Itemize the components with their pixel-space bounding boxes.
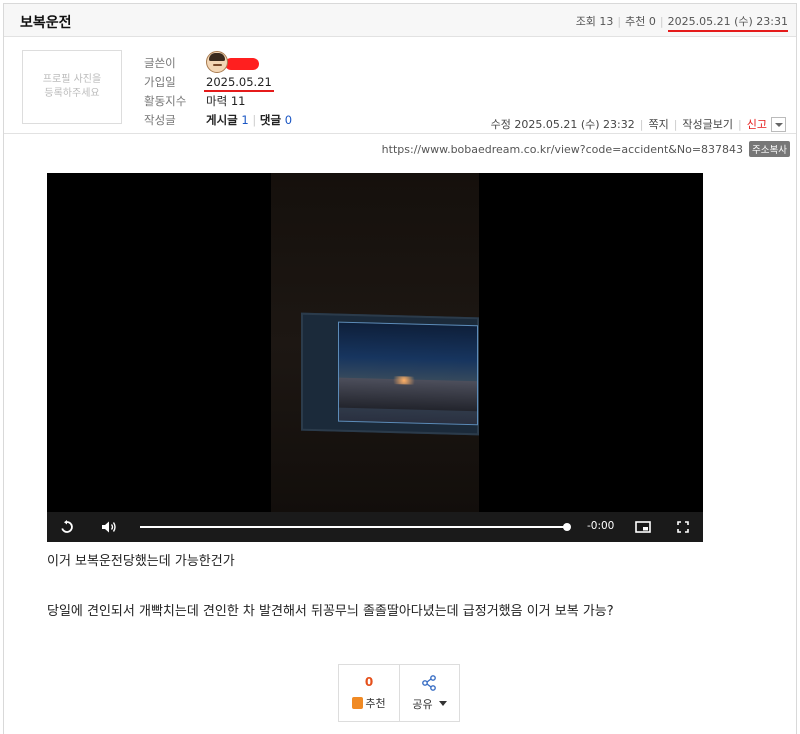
profile-photo-text: 프로필 사진을 등록하주세요 [42, 74, 102, 99]
share-label: 공유 [412, 697, 433, 711]
reaction-box: 0 추천 공유 [338, 664, 460, 722]
more-dropdown-button[interactable] [771, 116, 786, 132]
profile-values: 2025.05.21 마력 11 게시글 1 | 댓글 0 [204, 51, 293, 130]
progress-handle[interactable] [563, 523, 571, 531]
video-monitor-image [301, 312, 479, 436]
time-remaining: -0:00 [587, 520, 615, 532]
activity-value: 마력 11 [206, 94, 246, 108]
recommend-label: 추천 [365, 697, 386, 710]
message-link[interactable]: 쪽지 [648, 116, 668, 132]
posts-count-link[interactable]: 1 [241, 113, 248, 127]
author-label: 글쓴이 [144, 56, 176, 70]
joined-date: 2025.05.21 [204, 74, 274, 92]
dashcam-screen-image [338, 321, 478, 426]
edited-datetime: 수정 2025.05.21 (수) 23:32 [490, 118, 635, 131]
posts-label: 작성글 [144, 113, 176, 127]
content-line-2: 당일에 견인되서 개빡치는데 견인한 차 발견해서 뒤꽁무늬 졸졸딸아다녔는데 … [47, 604, 614, 619]
share-button[interactable]: 공유 [398, 665, 459, 721]
post-url-text: https://www.bobaedream.co.kr/view?code=a… [381, 142, 744, 156]
fullscreen-icon[interactable] [671, 512, 695, 542]
author-profile: 프로필 사진을 등록하주세요 글쓴이 가입일 활동지수 작성글 2025.05.… [4, 38, 796, 134]
comments-count-link[interactable]: 0 [285, 113, 292, 127]
author-nickname[interactable] [206, 51, 259, 73]
recommend-count: 추천 0 [625, 15, 656, 28]
recommend-button[interactable]: 0 추천 [339, 665, 399, 721]
video-controls: -0:00 [47, 512, 703, 542]
share-icon [422, 674, 437, 691]
post-header: 보복운전 조회 13 | 추천 0 | 2025.05.21 (수) 23:31 [4, 4, 796, 37]
post-actions: 수정 2025.05.21 (수) 23:32 | 쪽지 | 작성글보기 | 신… [491, 116, 786, 132]
activity-label: 활동지수 [144, 94, 187, 108]
replay-icon[interactable] [55, 512, 79, 542]
redacted-nickname [225, 57, 259, 70]
copy-url-button[interactable]: 주소복사 [749, 141, 790, 157]
joined-label: 가입일 [144, 75, 176, 89]
view-posts-link[interactable]: 작성글보기 [682, 116, 733, 132]
progress-bar[interactable] [140, 526, 568, 528]
profile-labels: 글쓴이 가입일 활동지수 작성글 [144, 54, 186, 130]
post-stats: 조회 13 | 추천 0 | 2025.05.21 (수) 23:31 [576, 13, 788, 32]
profile-photo-placeholder: 프로필 사진을 등록하주세요 [22, 50, 122, 124]
recommend-count-value: 0 [364, 675, 374, 689]
chevron-down-icon [438, 701, 447, 706]
post-url: https://www.bobaedream.co.kr/view?code=a… [382, 141, 790, 157]
volume-icon[interactable] [97, 512, 121, 542]
picture-in-picture-icon[interactable] [631, 512, 655, 542]
video-player[interactable]: -0:00 [47, 173, 703, 542]
thumbs-up-icon [352, 697, 364, 709]
content-line-1: 이거 보복운전당했는데 가능한건가 [47, 554, 235, 569]
avatar [206, 51, 228, 73]
comments-count-label: 댓글 [259, 113, 282, 127]
views-count: 조회 13 [575, 15, 614, 28]
posts-count-label: 게시글 [206, 113, 238, 127]
posts-summary: 게시글 1 | 댓글 0 [206, 113, 293, 127]
post-title: 보복운전 [20, 15, 72, 31]
post-datetime: 2025.05.21 (수) 23:31 [667, 13, 788, 32]
report-link[interactable]: 신고 [747, 116, 767, 132]
